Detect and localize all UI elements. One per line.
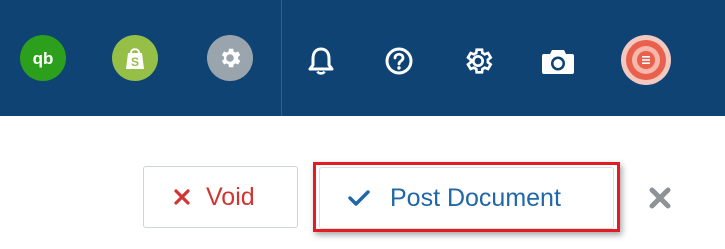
svg-text:S: S (131, 55, 139, 69)
svg-text:qb: qb (33, 49, 54, 68)
camera-button[interactable] (538, 41, 578, 81)
topbar-divider (281, 0, 282, 116)
shopify-app-button[interactable]: S (112, 35, 158, 81)
help-icon (385, 47, 413, 75)
dismiss-button[interactable] (646, 184, 674, 212)
post-document-button[interactable]: Post Document (319, 167, 614, 229)
gear-icon (466, 48, 493, 74)
notifications-button[interactable] (301, 41, 341, 81)
gear-icon (221, 48, 241, 68)
close-icon (174, 189, 190, 205)
settings-button[interactable] (458, 41, 498, 81)
user-avatar[interactable] (621, 35, 671, 85)
camera-icon (542, 50, 574, 74)
void-button[interactable]: Void (143, 166, 298, 228)
bell-icon (308, 47, 334, 75)
post-document-button-label: Post Document (390, 183, 561, 212)
settings-app-button[interactable] (207, 35, 253, 81)
help-button[interactable] (379, 41, 419, 81)
shopify-icon: S (126, 48, 144, 69)
quickbooks-icon: qb (33, 49, 54, 68)
avatar-icon (626, 40, 666, 80)
quickbooks-app-button[interactable]: qb (20, 35, 66, 81)
checkmark-icon (348, 189, 370, 207)
close-icon (649, 187, 671, 209)
void-button-label: Void (206, 182, 255, 211)
top-navigation-bar: qb S (0, 0, 725, 116)
